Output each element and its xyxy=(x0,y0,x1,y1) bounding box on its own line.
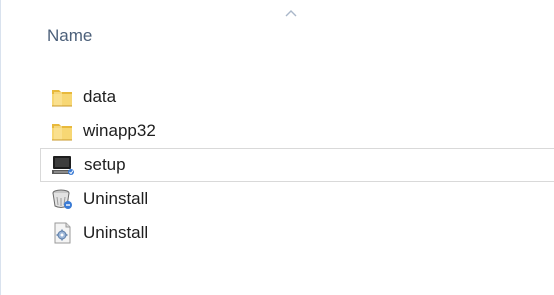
pane-left-border xyxy=(0,0,1,295)
file-row-winapp32[interactable]: winapp32 xyxy=(40,114,554,148)
column-header-name[interactable]: Name xyxy=(47,26,92,46)
file-row-uninstall-2[interactable]: Uninstall xyxy=(40,216,554,250)
application-icon xyxy=(52,156,74,175)
folder-icon xyxy=(52,90,72,107)
file-row-setup[interactable]: setup xyxy=(40,148,554,182)
file-name: winapp32 xyxy=(83,121,156,140)
file-name: Uninstall xyxy=(83,223,149,242)
file-name: Uninstall xyxy=(83,189,149,208)
header-divider xyxy=(1,57,554,58)
file-row-uninstall-1[interactable]: Uninstall xyxy=(40,182,554,216)
settings-file-icon xyxy=(54,222,71,244)
file-name: data xyxy=(83,87,117,106)
uninstaller-icon xyxy=(52,189,72,209)
sort-ascending-icon xyxy=(285,10,297,17)
folder-icon xyxy=(52,124,72,141)
file-row-data[interactable]: data xyxy=(40,80,554,114)
file-name: setup xyxy=(84,155,126,174)
